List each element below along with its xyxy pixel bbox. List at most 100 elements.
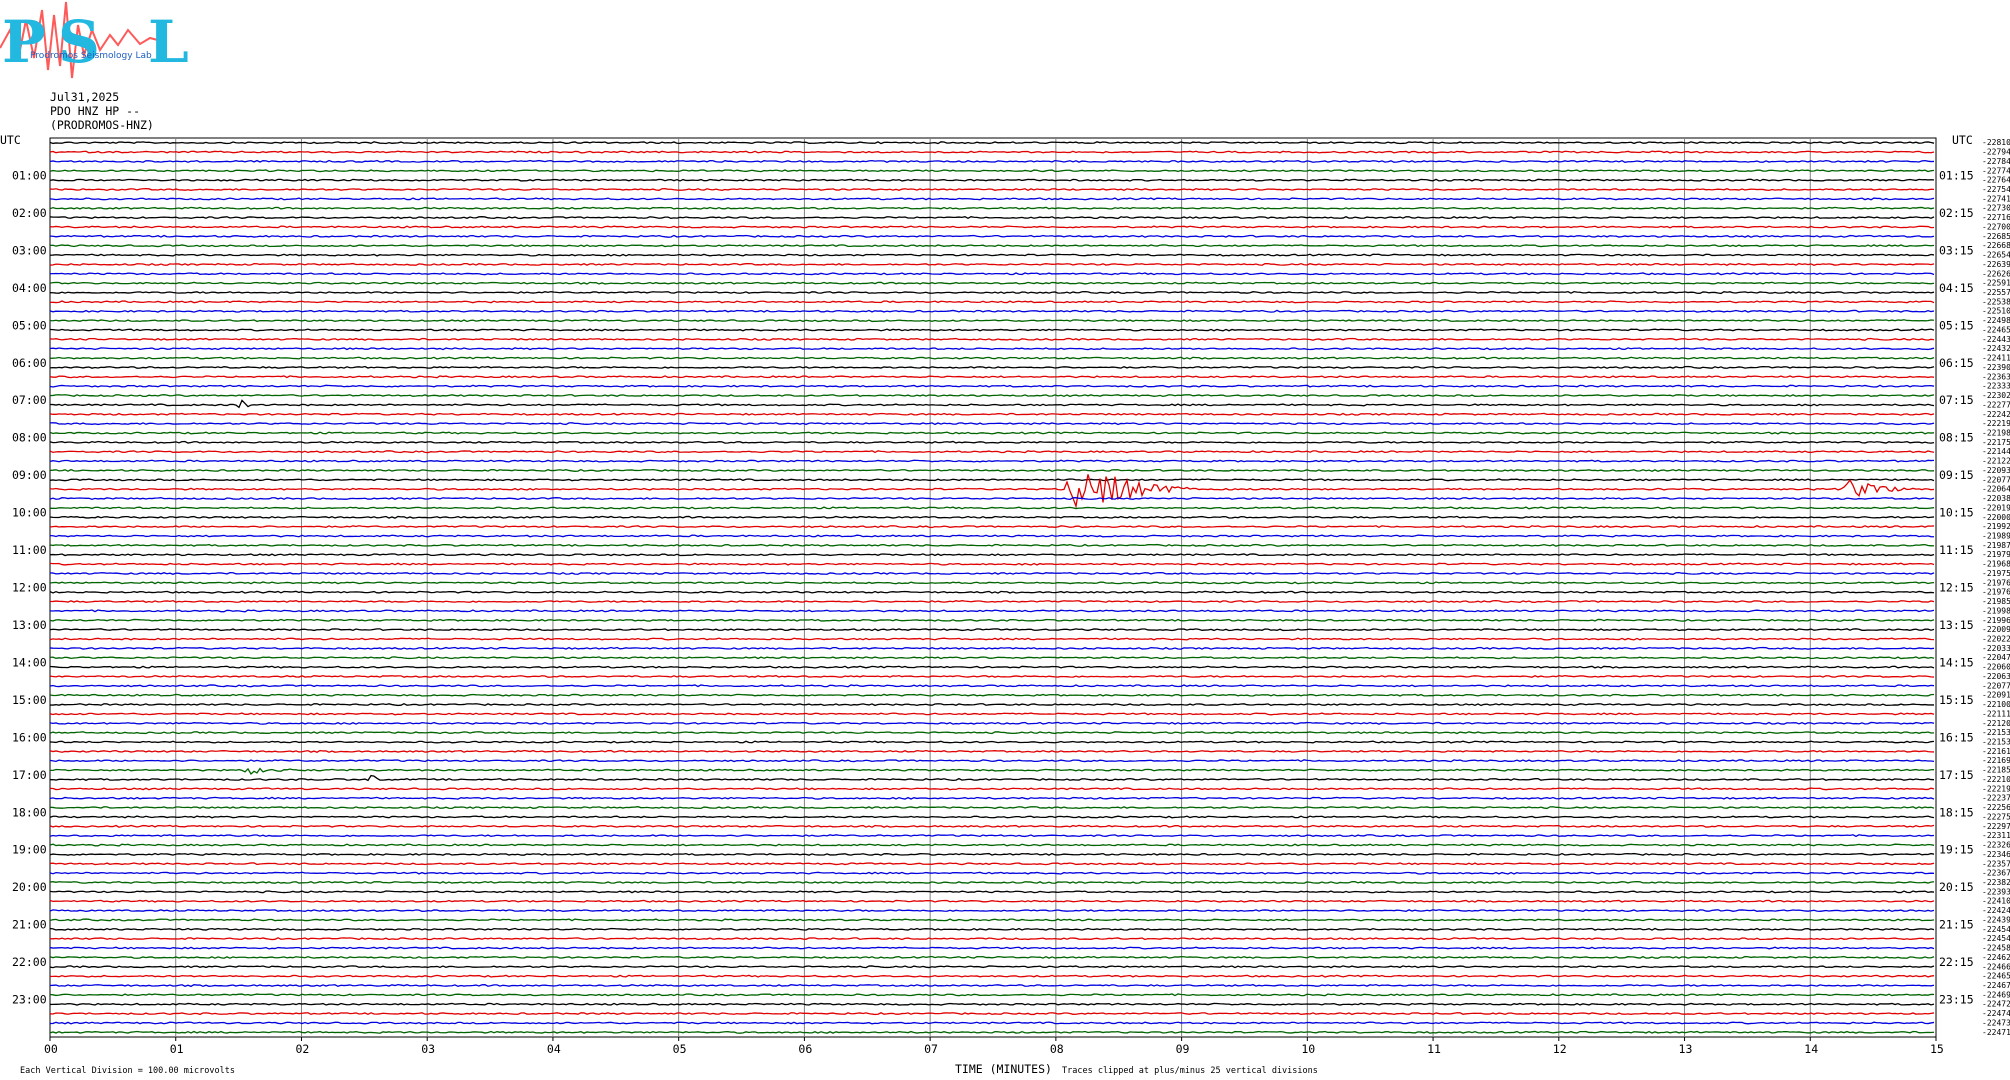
seismic-trace xyxy=(49,909,1935,913)
seismic-trace xyxy=(49,815,1935,819)
trace-count-label: -22153 xyxy=(1982,738,2010,747)
seismic-trace xyxy=(49,628,1935,632)
x-tick-label: 10 xyxy=(1301,1042,1315,1056)
seismic-trace xyxy=(49,525,1935,529)
seismic-trace xyxy=(49,337,1935,341)
left-hour-label: 04:00 xyxy=(12,281,47,295)
trace-count-label: -22242 xyxy=(1982,410,2010,419)
seismic-trace xyxy=(49,927,1935,931)
seismic-trace xyxy=(49,319,1935,323)
seismic-trace xyxy=(49,216,1935,220)
trace-count-label: -21976 xyxy=(1982,588,2010,597)
trace-count-label: -22077 xyxy=(1982,681,2010,690)
trace-count-label: -22591 xyxy=(1982,279,2010,288)
seismic-trace xyxy=(49,674,1935,678)
left-hour-label: 22:00 xyxy=(12,955,47,969)
right-hour-label: 17:15 xyxy=(1939,768,1974,782)
seismic-trace xyxy=(49,534,1935,538)
seismic-trace xyxy=(49,412,1935,416)
seismic-trace xyxy=(49,693,1935,697)
right-hour-label: 18:15 xyxy=(1939,805,1974,819)
trace-count-label: -22256 xyxy=(1982,803,2010,812)
trace-count-label: -22311 xyxy=(1982,831,2010,840)
seismic-trace xyxy=(49,665,1935,669)
trace-count-label: -22210 xyxy=(1982,775,2010,784)
trace-count-label: -22019 xyxy=(1982,503,2010,512)
seismic-trace xyxy=(49,384,1935,388)
seismic-trace xyxy=(49,731,1935,735)
trace-count-label: -22038 xyxy=(1982,494,2010,503)
seismic-trace xyxy=(49,590,1935,594)
seismic-trace xyxy=(49,759,1935,763)
trace-count-label: -22716 xyxy=(1982,213,2010,222)
seismic-trace xyxy=(49,450,1935,454)
trace-count-label: -22326 xyxy=(1982,841,2010,850)
seismic-trace xyxy=(49,1021,1935,1025)
trace-count-label: -22077 xyxy=(1982,475,2010,484)
x-tick-label: 14 xyxy=(1804,1042,1818,1056)
seismic-trace xyxy=(49,141,1935,145)
right-hour-label: 02:15 xyxy=(1939,206,1974,220)
seismic-trace xyxy=(49,347,1935,351)
trace-count-label: -22009 xyxy=(1982,625,2010,634)
seismic-trace xyxy=(49,328,1935,332)
seismic-trace xyxy=(49,365,1935,369)
trace-count-label: -22474 xyxy=(1982,1009,2010,1018)
left-utc-label: UTC xyxy=(0,133,21,147)
seismic-trace xyxy=(49,749,1935,753)
seismic-trace xyxy=(49,375,1935,379)
seismic-trace xyxy=(49,983,1935,988)
seismic-trace xyxy=(49,774,1935,782)
left-hour-label: 18:00 xyxy=(12,805,47,819)
x-tick-label: 06 xyxy=(798,1042,812,1056)
x-tick-label: 15 xyxy=(1930,1042,1944,1056)
seismic-trace xyxy=(49,712,1935,716)
seismic-trace xyxy=(49,787,1935,791)
seismic-trace xyxy=(50,506,1935,510)
seismic-trace xyxy=(49,150,1935,154)
seismic-trace xyxy=(49,618,1935,622)
right-hour-label: 22:15 xyxy=(1939,955,1974,969)
trace-count-label: -22498 xyxy=(1982,316,2010,325)
right-hour-label: 05:15 xyxy=(1939,318,1974,332)
trace-count-label: -22774 xyxy=(1982,166,2010,175)
seismic-trace xyxy=(49,178,1935,182)
trace-count-label: -22022 xyxy=(1982,635,2010,644)
right-utc-label: UTC xyxy=(1952,133,1973,147)
seismic-trace xyxy=(49,862,1935,866)
right-hour-label: 04:15 xyxy=(1939,281,1974,295)
trace-count-label: -22091 xyxy=(1982,691,2010,700)
seismic-trace xyxy=(49,918,1935,922)
x-tick-label: 13 xyxy=(1679,1042,1693,1056)
trace-count-label: -22794 xyxy=(1982,148,2010,157)
left-hour-label: 16:00 xyxy=(12,730,47,744)
trace-count-label: -21989 xyxy=(1982,531,2010,540)
trace-count-label: -22390 xyxy=(1982,363,2010,372)
right-hour-label: 16:15 xyxy=(1939,730,1974,744)
right-hour-label: 09:15 xyxy=(1939,468,1974,482)
seismic-trace xyxy=(49,852,1935,856)
trace-count-label: -22219 xyxy=(1982,784,2010,793)
trace-count-label: -21975 xyxy=(1982,569,2010,578)
left-hour-label: 13:00 xyxy=(12,618,47,632)
trace-count-label: -22175 xyxy=(1982,438,2010,447)
trace-count-label: -22754 xyxy=(1982,185,2010,194)
trace-count-label: -22443 xyxy=(1982,335,2010,344)
trace-count-label: -21987 xyxy=(1982,541,2010,550)
left-hour-label: 05:00 xyxy=(12,318,47,332)
seismic-trace xyxy=(49,993,1935,997)
left-hour-label: 03:00 xyxy=(12,243,47,257)
seismic-trace xyxy=(49,637,1935,641)
seismic-trace xyxy=(49,244,1935,248)
seismic-trace xyxy=(49,459,1935,463)
trace-count-label: -22367 xyxy=(1982,869,2010,878)
left-hour-label: 19:00 xyxy=(12,843,47,857)
x-tick-label: 04 xyxy=(547,1042,561,1056)
seismic-trace xyxy=(49,767,1935,776)
trace-count-label: -22333 xyxy=(1982,382,2010,391)
trace-count-label: -22685 xyxy=(1982,232,2010,241)
trace-count-label: -22639 xyxy=(1982,260,2010,269)
left-hour-label: 20:00 xyxy=(12,880,47,894)
x-tick-label: 01 xyxy=(170,1042,184,1056)
seismic-trace xyxy=(49,702,1935,707)
